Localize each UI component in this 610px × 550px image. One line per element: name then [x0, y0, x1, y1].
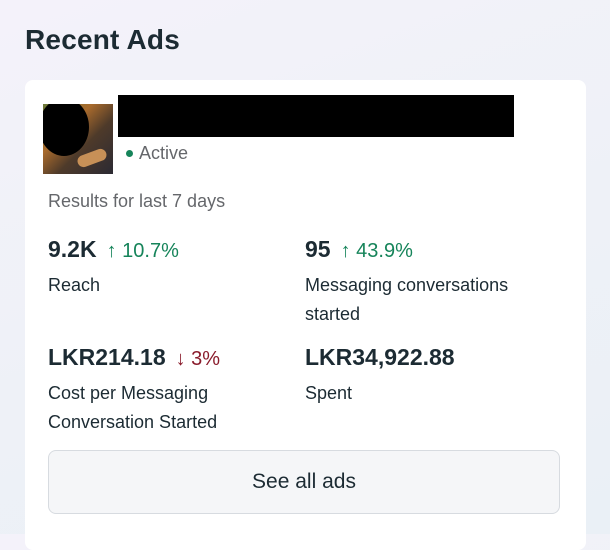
metric-change: ↓ 3% — [175, 348, 221, 370]
ad-name-redacted[interactable] — [118, 95, 514, 137]
thumbnail-redaction — [43, 104, 89, 156]
ad-status: Active — [126, 142, 188, 164]
metric-value: 9.2K — [48, 236, 97, 262]
ad-thumbnail[interactable] — [43, 104, 113, 174]
metric-label: Reach — [48, 275, 101, 295]
metric-value: LKR34,922.88 — [305, 344, 455, 370]
metric-value: 95 — [305, 236, 331, 262]
metric-label: Cost per Messaging Conversation Started — [48, 383, 218, 432]
see-all-ads-button[interactable]: See all ads — [48, 450, 560, 514]
thumbnail-image-detail — [75, 147, 109, 169]
ad-status-label: Active — [139, 142, 189, 163]
metric-change: ↑ 43.9% — [340, 240, 413, 262]
metric-spent: LKR34,922.88 Spent — [305, 344, 555, 408]
status-dot-icon — [126, 149, 133, 157]
metric-label: Spent — [305, 383, 353, 403]
metric-cost-per-conversation: LKR214.18 ↓ 3% Cost per Messaging Conver… — [48, 344, 298, 437]
metric-reach: 9.2K ↑ 10.7% Reach — [48, 236, 298, 300]
recent-ads-title: Recent Ads — [25, 24, 181, 55]
metric-change: ↑ 10.7% — [106, 240, 179, 262]
metric-messaging-conversations: 95 ↑ 43.9% Messaging conversations start… — [305, 236, 555, 329]
results-period-label: Results for last 7 days — [48, 191, 226, 211]
metric-value: LKR214.18 — [48, 344, 166, 370]
metric-label: Messaging conversations started — [305, 275, 509, 324]
ad-card: Active Results for last 7 days 9.2K ↑ 10… — [25, 80, 586, 550]
